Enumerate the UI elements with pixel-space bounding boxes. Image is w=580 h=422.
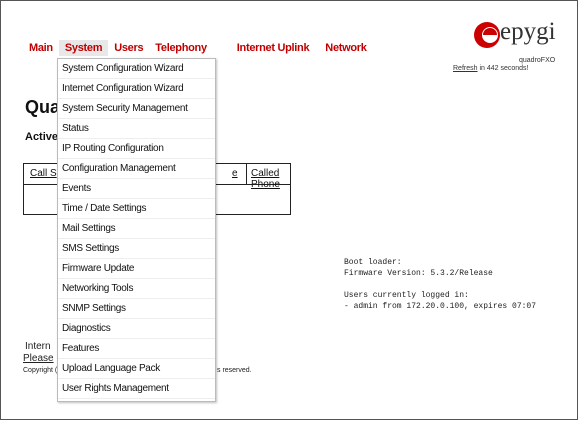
nav-internet-uplink[interactable]: Internet Uplink <box>231 40 316 56</box>
nav-main[interactable]: Main <box>23 40 59 56</box>
refresh-link[interactable]: Refresh <box>453 65 478 72</box>
refresh-countdown: in 442 seconds! <box>477 65 529 72</box>
menu-item-time-date-settings[interactable]: Time / Date Settings <box>58 199 215 219</box>
footer-please-link[interactable]: Please <box>23 353 54 364</box>
nav-users[interactable]: Users <box>108 40 149 56</box>
menu-item-snmp-settings[interactable]: SNMP Settings <box>58 299 215 319</box>
nav-telephony[interactable]: Telephony <box>149 40 213 56</box>
menu-item-events[interactable]: Events <box>58 179 215 199</box>
rights-reserved-text: s reserved. <box>217 367 252 374</box>
menu-item-internet-configuration-wizard[interactable]: Internet Configuration Wizard <box>58 79 215 99</box>
menu-item-ip-routing-configuration[interactable]: IP Routing Configuration <box>58 139 215 159</box>
menu-item-sms-settings[interactable]: SMS Settings <box>58 239 215 259</box>
product-name: quadroFXO <box>519 57 556 64</box>
browser-frame: Main System Users Telephony Internet Upl… <box>0 0 578 420</box>
top-navigation: Main System Users Telephony Internet Upl… <box>23 40 373 56</box>
menu-item-mail-settings[interactable]: Mail Settings <box>58 219 215 239</box>
column-divider <box>246 164 247 184</box>
menu-item-status[interactable]: Status <box>58 119 215 139</box>
footer-internet-text: Intern <box>25 341 51 352</box>
menu-item-configuration-management[interactable]: Configuration Management <box>58 159 215 179</box>
column-header-called-phone[interactable]: Called Phone <box>251 168 290 190</box>
menu-item-system-security-management[interactable]: System Security Management <box>58 99 215 119</box>
column-header-call-state[interactable]: Call S <box>30 168 57 179</box>
refresh-notice: Refresh in 442 seconds! <box>453 65 529 72</box>
system-info-text: Boot loader: Firmware Version: 5.3.2/Rel… <box>344 258 537 311</box>
brand-name: epygi <box>500 18 556 45</box>
menu-item-features[interactable]: Features <box>58 339 215 359</box>
menu-item-upload-language-pack[interactable]: Upload Language Pack <box>58 359 215 379</box>
nav-network[interactable]: Network <box>319 40 372 56</box>
column-header-partial[interactable]: e <box>232 168 238 179</box>
menu-item-networking-tools[interactable]: Networking Tools <box>58 279 215 299</box>
system-dropdown-menu: System Configuration Wizard Internet Con… <box>57 58 216 402</box>
menu-item-diagnostics[interactable]: Diagnostics <box>58 319 215 339</box>
menu-item-system-configuration-wizard[interactable]: System Configuration Wizard <box>58 59 215 79</box>
nav-system[interactable]: System <box>58 40 109 56</box>
menu-item-user-rights-management[interactable]: User Rights Management <box>58 379 215 399</box>
menu-item-firmware-update[interactable]: Firmware Update <box>58 259 215 279</box>
section-title: Active <box>25 131 59 143</box>
